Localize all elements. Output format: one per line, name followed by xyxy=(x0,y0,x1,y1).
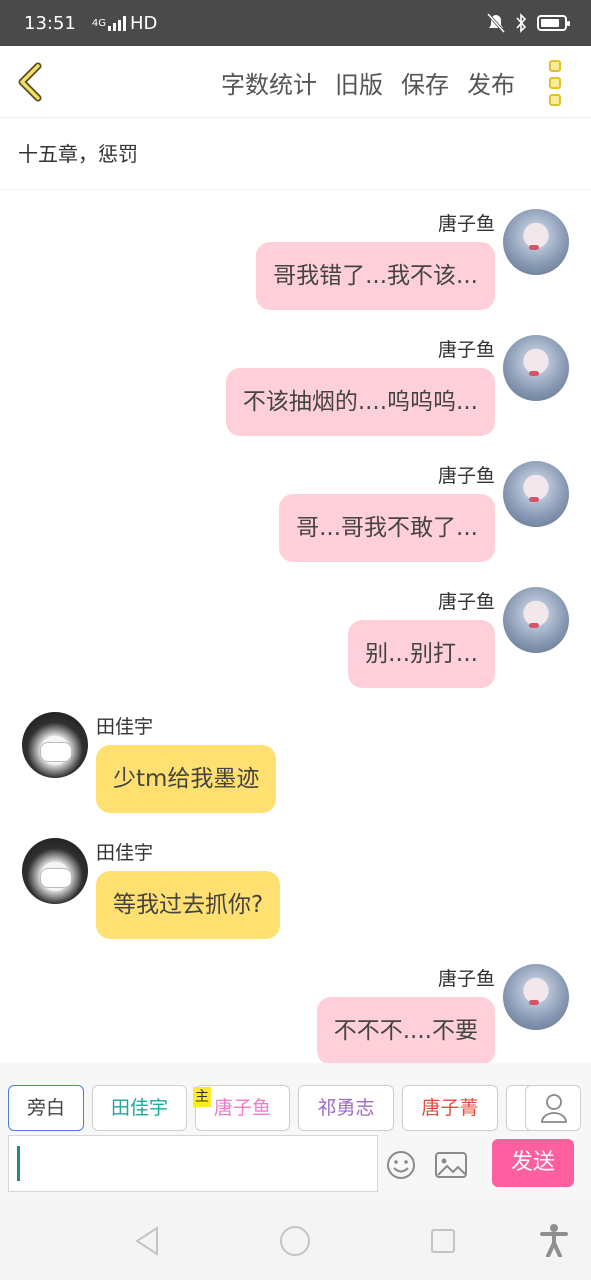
speaker-name: 唐子鱼 xyxy=(437,213,495,235)
message-bubble[interactable]: 哥...哥我不敢了... xyxy=(279,494,495,562)
chat-area[interactable]: 唐子鱼 哥我错了...我不该... 唐子鱼 不该抽烟的....呜呜呜... 唐子… xyxy=(0,191,591,1063)
save-button[interactable]: 保存 xyxy=(401,65,449,100)
image-icon[interactable] xyxy=(434,1151,468,1179)
nav-recents-icon[interactable] xyxy=(430,1228,456,1254)
avatar[interactable] xyxy=(503,335,569,401)
word-count-button[interactable]: 字数统计 xyxy=(221,65,317,100)
nav-back-icon[interactable] xyxy=(133,1225,161,1257)
role-chip-tian-jiayu[interactable]: 田佳宇 xyxy=(92,1085,187,1131)
chapter-title[interactable]: 十五章，惩罚 xyxy=(0,118,591,190)
send-button[interactable]: 发送 xyxy=(492,1139,574,1187)
system-nav-bar xyxy=(0,1201,591,1280)
message-bubble[interactable]: 哥我错了...我不该... xyxy=(256,242,495,310)
message-input[interactable] xyxy=(8,1135,378,1192)
battery-icon xyxy=(537,15,570,31)
message-bubble[interactable]: 别...别打... xyxy=(348,620,495,688)
signal-icon xyxy=(108,15,126,31)
emoji-icon[interactable] xyxy=(385,1149,417,1181)
speaker-name: 唐子鱼 xyxy=(437,968,495,990)
avatar[interactable] xyxy=(503,461,569,527)
avatar[interactable] xyxy=(22,712,88,778)
status-bar: 13:51 4G HD xyxy=(0,0,591,46)
avatar[interactable] xyxy=(503,587,569,653)
main-character-badge: 主 xyxy=(193,1087,211,1107)
message-bubble[interactable]: 等我过去抓你? xyxy=(96,871,281,939)
back-arrow-icon[interactable] xyxy=(12,58,52,106)
accessibility-icon[interactable] xyxy=(540,1223,568,1257)
editor-toolbar: 字数统计 旧版 保存 发布 xyxy=(0,46,591,118)
network-label: 4G xyxy=(91,17,106,29)
message-bubble[interactable]: 不不不....不要 xyxy=(316,997,495,1063)
message-bubble[interactable]: 少tm给我墨迹 xyxy=(96,745,277,813)
speaker-name: 唐子鱼 xyxy=(437,339,495,361)
speaker-name: 唐子鱼 xyxy=(437,591,495,613)
hd-label: HD xyxy=(130,12,158,34)
publish-button[interactable]: 发布 xyxy=(467,65,515,100)
text-cursor xyxy=(17,1146,20,1181)
nav-home-icon[interactable] xyxy=(279,1225,311,1257)
avatar[interactable] xyxy=(503,209,569,275)
speaker-name: 田佳宇 xyxy=(96,716,154,738)
speaker-name: 唐子鱼 xyxy=(437,465,495,487)
user-icon xyxy=(541,1094,567,1123)
old-version-button[interactable]: 旧版 xyxy=(335,65,383,100)
bluetooth-icon xyxy=(516,13,527,33)
avatar[interactable] xyxy=(22,838,88,904)
role-selector-bar: 旁白 田佳宇 唐子鱼 祁勇志 唐子菁 xyxy=(0,1063,591,1133)
status-time: 13:51 xyxy=(24,12,76,34)
more-menu-icon[interactable] xyxy=(541,60,569,106)
role-chip-qi-yongzhi[interactable]: 祁勇志 xyxy=(298,1085,394,1131)
mute-icon xyxy=(487,13,505,33)
role-chip-narrator[interactable]: 旁白 xyxy=(8,1085,84,1131)
speaker-name: 田佳宇 xyxy=(96,842,154,864)
role-chip-tang-zijing[interactable]: 唐子菁 xyxy=(402,1085,498,1131)
battery-level xyxy=(541,19,559,27)
role-manage-button[interactable] xyxy=(525,1085,581,1131)
avatar[interactable] xyxy=(503,964,569,1030)
message-bubble[interactable]: 不该抽烟的....呜呜呜... xyxy=(225,368,495,436)
